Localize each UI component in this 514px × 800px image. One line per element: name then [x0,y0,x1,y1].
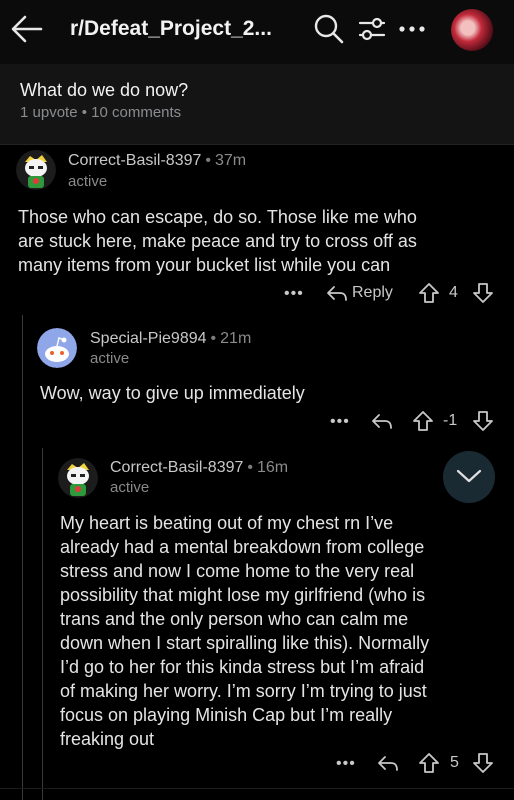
downvote-icon[interactable] [472,282,494,304]
upvote-icon[interactable] [418,282,440,304]
chevron-down-icon [456,469,482,483]
comment-line: down when I start spiralling like this).… [60,633,430,653]
downvote-icon[interactable] [472,752,494,774]
divider [0,144,514,145]
thread-line [22,315,23,800]
commenter-avatar[interactable] [37,328,77,368]
vote-count: 5 [450,754,459,771]
comment-line: are stuck here, make peace and try to cr… [18,231,417,251]
comment-line: I’d go to her for this kinda stress but … [60,657,425,677]
comment-line: of making her worry. I’m sorry I’m tryin… [60,681,427,701]
comment-time: 21m [220,330,252,347]
username-text[interactable]: Correct-Basil-8397 [110,459,243,476]
comment-line: trans and the only person who can calm m… [60,609,409,629]
subreddit-title[interactable]: r/Defeat_Project_2... [70,17,272,41]
comment-line: Those who can escape, do so. Those like … [18,207,417,227]
comment-line: stress and now I come home to the very r… [60,561,415,581]
more-options-button[interactable]: ••• [284,285,304,303]
comment-body: Those who can escape, do so. Those like … [18,205,508,277]
comment-line: already had a mental breakdown from coll… [60,537,425,557]
comment-username[interactable]: Correct-Basil-8397 • 16m [110,459,288,477]
reply-icon[interactable] [377,754,399,772]
vote-count: -1 [443,412,458,429]
reply-icon[interactable] [326,284,348,302]
comment-username[interactable]: Special-Pie9894 • 21m [90,330,251,348]
upvote-icon[interactable] [418,752,440,774]
comment-body: My heart is beating out of my chest rn I… [60,511,510,751]
comment-line: focus on playing Minish Cap but I’m real… [60,705,393,725]
more-options-button[interactable]: ••• [330,413,350,431]
user-avatar[interactable] [451,9,493,51]
thread-line [42,448,43,800]
filter-icon[interactable] [357,14,387,44]
comment-status: active [90,350,130,367]
comment-body: Wow, way to give up immediately [40,381,500,405]
comment-line: Wow, way to give up immediately [40,383,305,403]
comment-line: possibility that might lose my girlfrien… [60,585,426,605]
reply-icon[interactable] [371,412,393,430]
comment-line: My heart is beating out of my chest rn I… [60,513,394,533]
comment-username[interactable]: Correct-Basil-8397 • 37m [68,152,246,170]
comment-line: many items from your bucket list while y… [18,255,391,275]
commenter-avatar[interactable] [16,150,56,190]
collapse-thread-button[interactable] [443,451,495,503]
comment-status: active [110,479,150,496]
username-text[interactable]: Correct-Basil-8397 [68,152,201,169]
upvote-icon[interactable] [412,410,434,432]
downvote-icon[interactable] [472,410,494,432]
username-text[interactable]: Special-Pie9894 [90,330,207,347]
comment-line: freaking out [60,729,155,749]
post-meta: 1 upvote • 10 comments [20,104,182,121]
comment-status: active [68,173,108,190]
more-icon[interactable] [398,24,426,34]
search-icon[interactable] [313,13,345,45]
commenter-avatar[interactable] [58,458,98,498]
comment-time: 37m [215,152,247,169]
comment-time: 16m [257,459,289,476]
more-options-button[interactable]: ••• [336,755,356,773]
post-title: What do we do now? [20,80,189,100]
vote-count: 4 [449,284,458,301]
reply-button[interactable]: Reply [352,284,393,302]
divider [0,788,514,789]
back-arrow-icon[interactable] [10,14,44,44]
